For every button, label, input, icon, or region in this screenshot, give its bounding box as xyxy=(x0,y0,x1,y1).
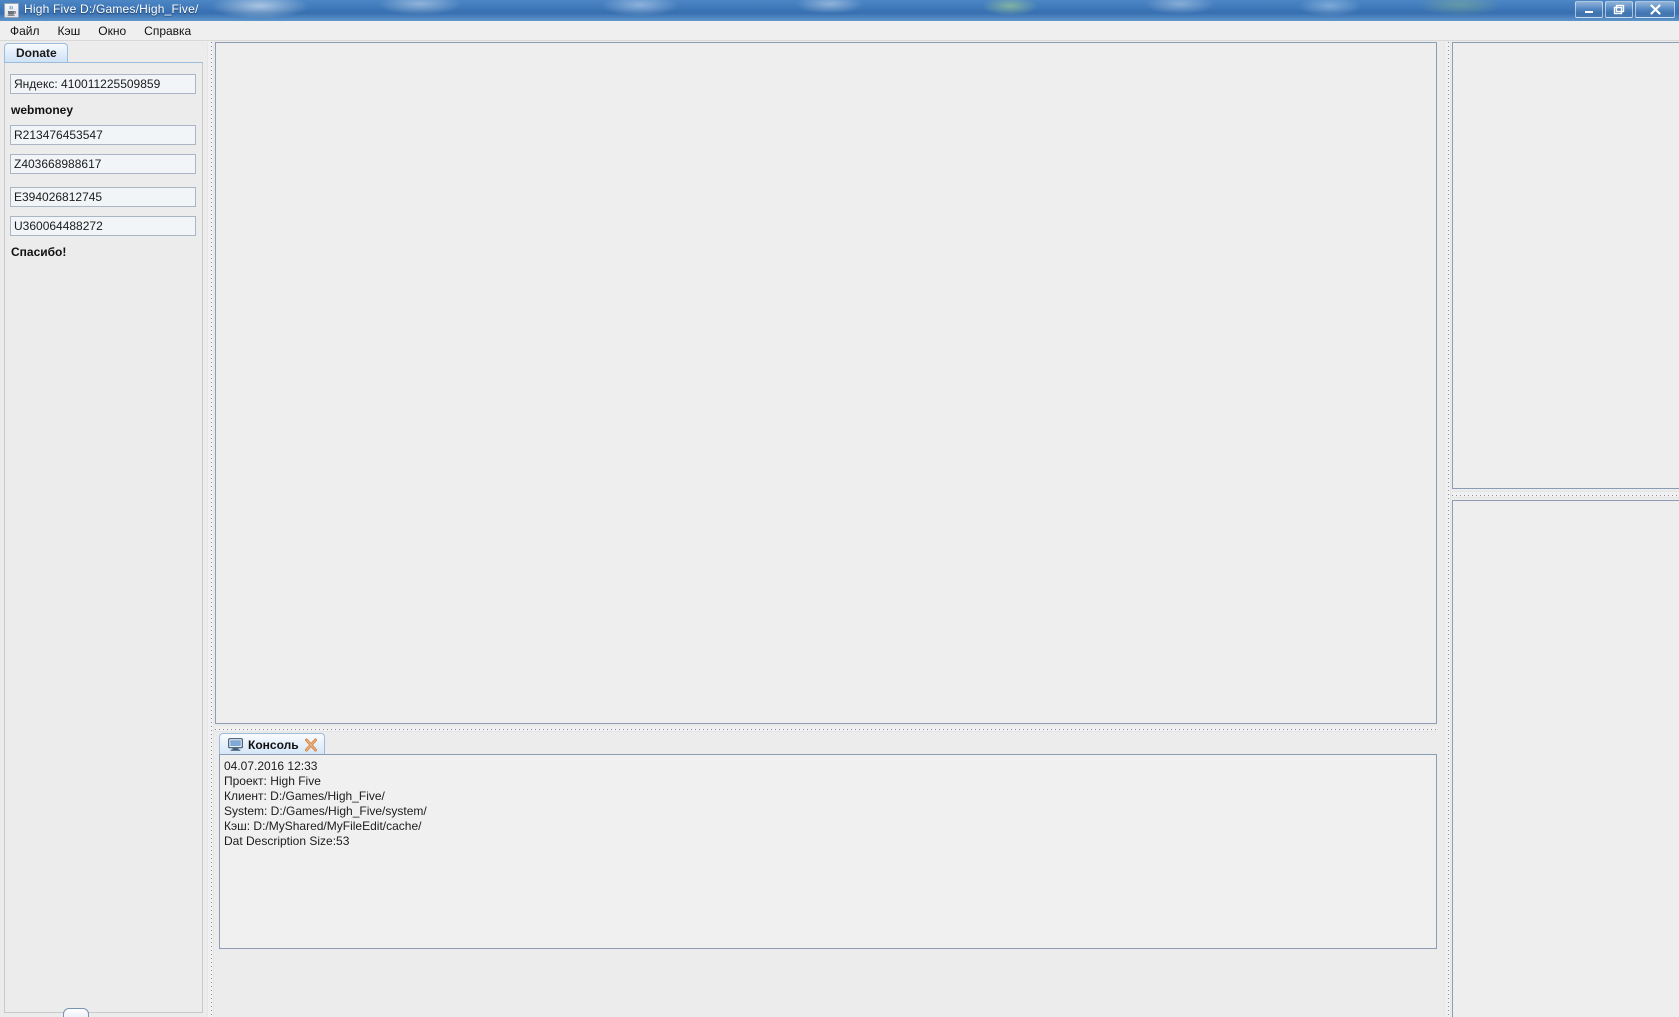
bottom-scroll-nub[interactable] xyxy=(63,1008,89,1017)
console-log-area[interactable]: 04.07.2016 12:33 Проект: High Five Клиен… xyxy=(219,754,1437,949)
right-top-panel[interactable] xyxy=(1452,42,1679,489)
console-splitter[interactable] xyxy=(215,725,1437,732)
right-bottom-panel[interactable] xyxy=(1452,500,1679,1017)
log-line: System: D:/Games/High_Five/system/ xyxy=(224,804,427,818)
window-controls xyxy=(1575,1,1675,18)
yandex-wallet-field[interactable]: Яндекс: 410011225509859 xyxy=(10,74,196,94)
console-tab-label: Консоль xyxy=(248,737,299,752)
log-line: Проект: High Five xyxy=(224,774,321,788)
tab-donate[interactable]: Donate xyxy=(4,43,68,62)
right-panel-splitter[interactable] xyxy=(1444,42,1451,1017)
donate-sidebar: Donate Яндекс: 410011225509859 webmoney … xyxy=(0,42,207,1017)
webmoney-z-field[interactable]: Z403668988617 xyxy=(10,154,196,174)
console-tabstrip: Консоль xyxy=(219,733,325,755)
log-line: Dat Description Size:53 xyxy=(224,834,350,848)
right-stack-splitter[interactable] xyxy=(1452,491,1679,498)
log-line: 04.07.2016 12:33 xyxy=(224,759,318,773)
donate-panel-body: Яндекс: 410011225509859 webmoney R213476… xyxy=(4,63,203,1013)
menu-cache[interactable]: Кэш xyxy=(50,22,89,40)
monitor-icon xyxy=(228,738,243,751)
webmoney-label: webmoney xyxy=(11,103,74,117)
log-line: Клиент: D:/Games/High_Five/ xyxy=(224,789,385,803)
maximize-restore-button[interactable] xyxy=(1605,1,1633,18)
minimize-button[interactable] xyxy=(1575,1,1603,18)
sidebar-splitter[interactable] xyxy=(207,42,214,1017)
tab-console[interactable]: Консоль xyxy=(219,733,325,755)
menu-help[interactable]: Справка xyxy=(136,22,199,40)
close-icon[interactable] xyxy=(304,738,318,752)
title-bar: High Five D:/Games/High_Five/ xyxy=(0,0,1679,21)
window-title: High Five D:/Games/High_Five/ xyxy=(24,2,199,16)
webmoney-r-field[interactable]: R213476453547 xyxy=(10,125,196,145)
console-panel: Консоль 04.07.2016 12:33 Проект: High Fi… xyxy=(215,733,1437,1017)
sidebar-tabstrip: Donate xyxy=(4,43,68,62)
menu-bar: Файл Кэш Окно Справка xyxy=(0,21,1679,41)
java-cup-icon xyxy=(4,3,19,18)
log-line: Кэш: D:/MyShared/MyFileEdit/cache/ xyxy=(224,819,422,833)
main-editor-area[interactable] xyxy=(215,42,1437,724)
webmoney-u-field[interactable]: U360064488272 xyxy=(10,216,196,236)
thanks-label: Спасибо! xyxy=(11,245,67,259)
application-window: High Five D:/Games/High_Five/ Файл Кэш О… xyxy=(0,0,1679,1017)
close-button[interactable] xyxy=(1635,1,1675,18)
menu-window[interactable]: Окно xyxy=(90,22,134,40)
webmoney-e-field[interactable]: E394026812745 xyxy=(10,187,196,207)
menu-file[interactable]: Файл xyxy=(2,22,48,40)
